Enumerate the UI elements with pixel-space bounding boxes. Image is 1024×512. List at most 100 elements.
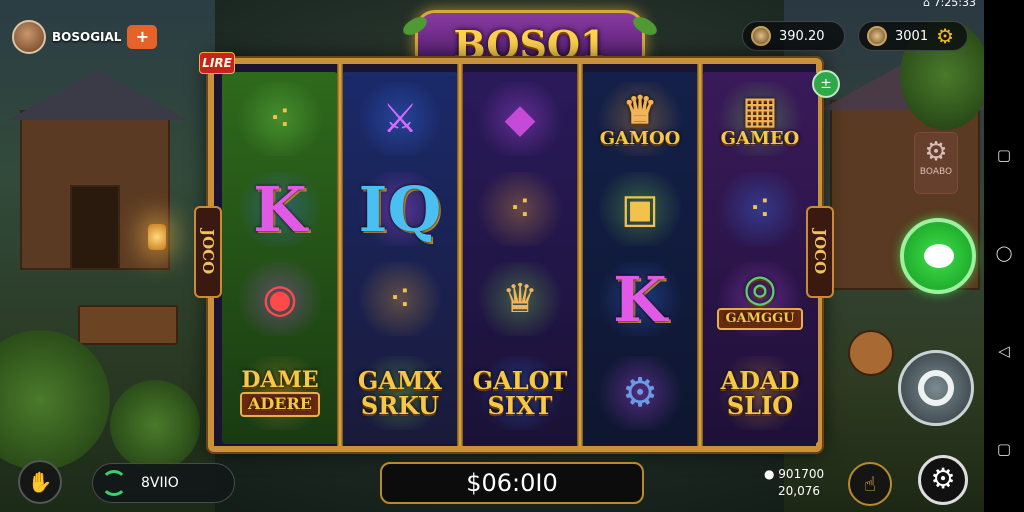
reels-frame: ⁖ K ◉ DAME ADERE ⚔ IQ ⁖ GAMX SRKU ◆ ⁖ ♛ GALOT SIXT ♛ GAM…	[208, 58, 822, 452]
lantern-gem-icon: ◉	[262, 276, 298, 322]
purple-gem-icon: ◆	[504, 96, 536, 142]
bet-value: 8VIIO	[141, 475, 179, 491]
blue-gem-gear-icon: ⚙	[622, 370, 658, 416]
reel-divider	[337, 64, 343, 446]
back-icon[interactable]: ◁	[998, 342, 1010, 360]
settings-gear-icon[interactable]: ⚙	[936, 26, 954, 46]
game-screen: ⚙ BOABO ▢ ◯ ◁ ▢ ⌂ 7:25:33 BOSOGIAL + 390.…	[0, 0, 1024, 512]
chat-bubble-icon	[924, 244, 954, 268]
golden-scroll-icon: ⁖	[268, 96, 292, 142]
autospin-arrows-icon[interactable]	[101, 470, 127, 496]
golden-scroll-icon: ⁖	[748, 186, 772, 232]
word-symbol: ADAD SLIO	[720, 365, 800, 420]
symbol-caption: GAMEO	[720, 127, 800, 149]
reel-3-symbol-1: ◆	[464, 74, 576, 164]
purple-sword-icon: ⚔	[382, 96, 418, 142]
reel-2-symbol-2: IQ	[344, 164, 456, 254]
recent-apps-icon[interactable]: ▢	[997, 146, 1011, 164]
home-icon[interactable]: ◯	[996, 244, 1013, 262]
word-symbol: GAMX SRKU	[357, 365, 443, 420]
orb-plate-symbol: ◎ GAMGGU	[717, 265, 803, 330]
spin-button[interactable]	[898, 350, 974, 426]
word-line-1: GALOT	[472, 365, 568, 395]
reel-2-symbol-1: ⚔	[344, 74, 456, 164]
plate-line-1: DAME	[241, 367, 319, 394]
android-nav-bar: ▢ ◯ ◁ ▢	[984, 0, 1024, 512]
foliage-left-2	[110, 380, 200, 470]
portrait-word-symbol: ▦ GAMEO	[720, 86, 800, 149]
player-panel[interactable]: BOSOGIAL +	[12, 20, 158, 54]
word-line-1: ADAD	[720, 365, 800, 395]
roof-left	[8, 70, 188, 120]
symbol-caption: GAMGGU	[717, 308, 803, 330]
word-line-2: SRKU	[360, 391, 440, 420]
queen-portrait-icon: ♛	[502, 276, 538, 322]
avatar[interactable]	[12, 20, 46, 54]
letter-symbol: K	[613, 262, 667, 336]
menu-hand-button[interactable]: ✋	[18, 460, 62, 504]
bench	[78, 305, 178, 345]
symbol-caption: GAMOO	[599, 127, 681, 149]
side-tab-left[interactable]: JOCO	[194, 206, 222, 298]
word-line-1: GAMX	[357, 365, 443, 395]
reel-2-symbol-4: GAMX SRKU	[344, 348, 456, 438]
word-line-2: SIXT	[487, 391, 553, 420]
square-icon[interactable]: ▢	[997, 440, 1011, 458]
reel-3-symbol-3: ♛	[464, 254, 576, 344]
golden-scroll-icon: ⁖	[388, 276, 412, 322]
gesture-hand-icon[interactable]: ☝	[848, 462, 892, 506]
reel-1-symbol-1: ⁖	[224, 74, 336, 164]
dame-plate: DAME ADERE	[240, 367, 320, 417]
letter-symbol: K	[253, 172, 307, 246]
portrait-gem-icon	[867, 26, 887, 46]
reel-5-symbol-1: ▦ GAMEO	[704, 74, 816, 164]
reel-1-symbol-2: K	[224, 164, 336, 254]
add-button[interactable]: +	[127, 25, 158, 49]
portrait-icon: ▦	[742, 86, 778, 132]
coins-value: 390.20	[779, 28, 825, 44]
golden-scroll-icon: ⁖	[508, 186, 532, 232]
status-bar: ⌂ 7:25:33	[923, 0, 976, 9]
sign-gear-icon: ⚙ BOABO	[914, 132, 958, 194]
chat-button[interactable]	[900, 218, 976, 294]
gems-pill[interactable]: 3001 ⚙	[858, 21, 968, 51]
reel-4-symbol-1: ♛ GAMOO	[584, 74, 696, 164]
reel-1-symbol-4: DAME ADERE	[224, 348, 336, 438]
win-info: ● 901700 20,076	[764, 466, 824, 500]
lire-badge[interactable]: LIRE	[199, 52, 235, 74]
reel-5-symbol-4: ADAD SLIO	[704, 348, 816, 438]
letter-symbol: IQ	[358, 172, 442, 246]
bet-control[interactable]: 8VIIO	[92, 463, 235, 503]
spin-ring-icon	[918, 370, 954, 406]
sign-label: BOABO	[919, 167, 953, 177]
word-symbol: GALOT SIXT	[472, 365, 568, 420]
reel-3-symbol-2: ⁖	[464, 164, 576, 254]
player-name: BOSOGIAL	[52, 30, 122, 44]
door-left	[70, 185, 120, 270]
portrait-word-symbol: ♛ GAMOO	[599, 86, 681, 149]
reel-divider	[457, 64, 463, 446]
plate-line-2: ADERE	[240, 392, 320, 417]
reel-divider	[577, 64, 583, 446]
side-tab-right[interactable]: JOCO	[806, 206, 834, 298]
settings-button[interactable]: ⚙	[918, 455, 968, 505]
green-orb-icon: ◎	[743, 265, 777, 311]
reel-2-symbol-3: ⁖	[344, 254, 456, 344]
word-line-2: SLIO	[726, 391, 794, 420]
portrait-coin-icon	[751, 26, 771, 46]
reel-4-symbol-2: ▣	[584, 164, 696, 254]
reel-5-symbol-3: ◎ GAMGGU	[704, 254, 816, 344]
reel-4-symbol-3: K	[584, 254, 696, 344]
win-line-1: ● 901700	[764, 467, 825, 481]
reel-1-symbol-3: ◉	[224, 254, 336, 344]
golden-chest-icon: ▣	[621, 186, 659, 232]
reel-5-symbol-2: ⁖	[704, 164, 816, 254]
info-toggle-button[interactable]: ±	[812, 70, 840, 98]
reel-4-symbol-4: ⚙	[584, 348, 696, 438]
win-line-2: 20,076	[778, 484, 820, 498]
balance-display: $06:0I0	[380, 462, 644, 504]
coins-pill[interactable]: 390.20	[742, 21, 845, 51]
portrait-icon: ♛	[622, 86, 658, 132]
gems-value: 3001	[895, 28, 929, 44]
lamp-left	[148, 224, 166, 250]
